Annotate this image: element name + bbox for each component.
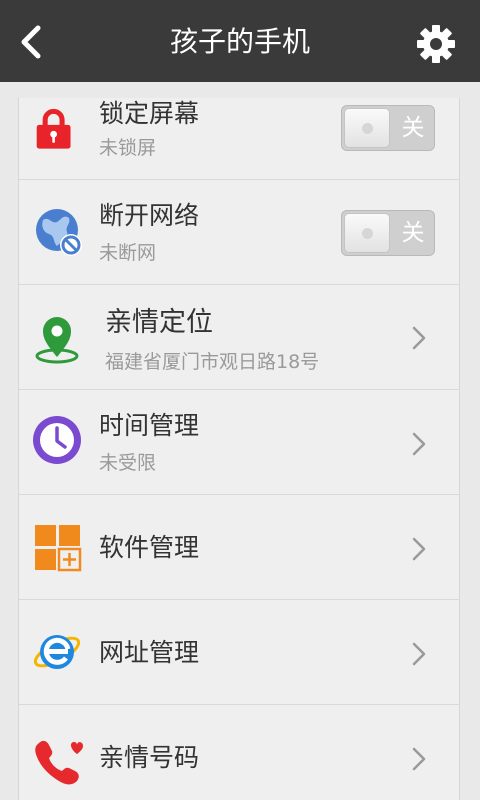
row-label: 时间管理 xyxy=(99,411,200,440)
row-status: 未断网 xyxy=(99,242,157,264)
row-label: 软件管理 xyxy=(99,533,200,562)
row-family-numbers[interactable]: 亲情号码 xyxy=(19,705,459,800)
clock-icon xyxy=(33,416,81,464)
lock-icon xyxy=(36,108,71,149)
lock-screen-toggle[interactable]: 关 xyxy=(341,105,435,151)
apps-grid-icon xyxy=(35,525,82,572)
location-address: 福建省厦门市观日路18号 xyxy=(105,351,320,373)
toggle-state-label: 关 xyxy=(401,115,425,141)
toggle-state-label: 关 xyxy=(401,220,425,246)
globe-block-icon xyxy=(36,209,82,256)
row-family-location[interactable]: 亲情定位 福建省厦门市观日路18号 xyxy=(19,285,459,390)
row-label: 断开网络 xyxy=(99,201,200,230)
row-status: 未受限 xyxy=(99,452,157,474)
top-bar: 孩子的手机 xyxy=(0,0,480,82)
row-url-management[interactable]: 网址管理 xyxy=(19,600,459,705)
row-label: 亲情号码 xyxy=(99,743,200,772)
browser-e-icon xyxy=(33,635,81,669)
settings-list: 锁定屏幕 未锁屏 关 断开网络 未断网 关 亲情定位 福建省厦门市观日路18号 … xyxy=(18,98,460,800)
chevron-right-icon xyxy=(412,326,426,350)
gear-icon[interactable] xyxy=(416,24,456,64)
row-label: 亲情定位 xyxy=(105,307,213,338)
row-time-management[interactable]: 时间管理 未受限 xyxy=(19,390,459,495)
toggle-knob xyxy=(344,213,390,253)
toggle-knob xyxy=(344,108,390,148)
disconnect-network-toggle[interactable]: 关 xyxy=(341,210,435,256)
location-pin-icon xyxy=(35,317,79,364)
chevron-right-icon xyxy=(412,432,426,456)
row-label: 锁定屏幕 xyxy=(99,99,200,128)
row-label: 网址管理 xyxy=(99,638,200,667)
phone-heart-icon xyxy=(35,740,83,785)
chevron-right-icon xyxy=(412,642,426,666)
page-title: 孩子的手机 xyxy=(169,25,310,58)
row-status: 未锁屏 xyxy=(99,137,157,159)
chevron-right-icon xyxy=(412,537,426,561)
row-disconnect-network[interactable]: 断开网络 未断网 关 xyxy=(19,180,459,285)
row-app-management[interactable]: 软件管理 xyxy=(19,495,459,600)
row-lock-screen[interactable]: 锁定屏幕 未锁屏 关 xyxy=(19,98,459,180)
chevron-right-icon xyxy=(412,747,426,771)
